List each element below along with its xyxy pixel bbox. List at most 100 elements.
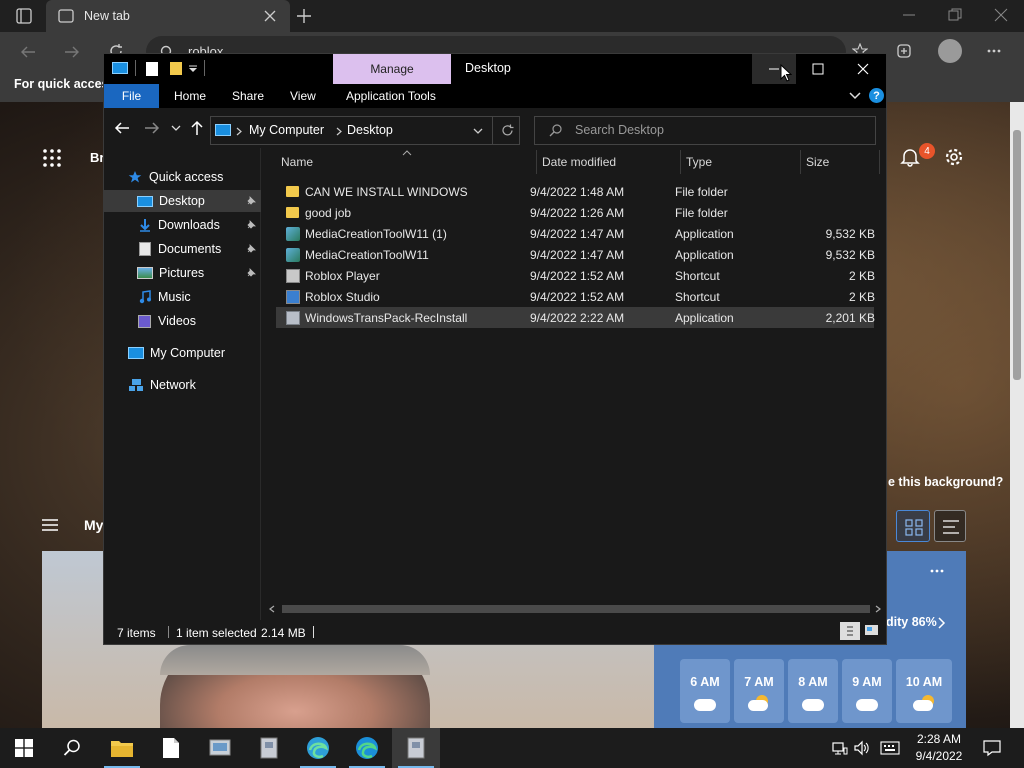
ribbon-tab-file[interactable]: File [104, 84, 159, 108]
address-dropdown-icon[interactable] [473, 128, 483, 134]
nav-label: Desktop [159, 194, 205, 208]
start-button[interactable] [0, 728, 48, 768]
file-row-selected[interactable]: WindowsTransPack-RecInstall 9/4/2022 2:2… [276, 307, 875, 328]
column-separator[interactable] [680, 150, 681, 174]
scroll-left-icon[interactable] [268, 605, 276, 613]
back-arrow-icon[interactable] [114, 121, 130, 135]
nav-documents[interactable]: Documents [104, 238, 261, 260]
column-separator[interactable] [800, 150, 801, 174]
file-row[interactable]: good job 9/4/2022 1:26 AM File folder [276, 202, 874, 223]
nav-pictures[interactable]: Pictures [104, 262, 261, 284]
notifications-bell-icon[interactable] [900, 147, 920, 167]
refresh-address-icon[interactable] [501, 124, 514, 137]
weather-more-icon[interactable] [930, 569, 944, 573]
forward-arrow-icon[interactable] [144, 121, 160, 135]
taskbar-edge-beta[interactable] [294, 728, 342, 768]
tab-close-icon[interactable] [264, 10, 276, 22]
expand-ribbon-icon[interactable] [849, 92, 861, 100]
ribbon-tab-share[interactable]: Share [232, 84, 264, 108]
collections-icon[interactable] [896, 43, 912, 59]
pin-icon[interactable] [246, 196, 256, 206]
ribbon-tab-home[interactable]: Home [174, 84, 206, 108]
horizontal-scroll-thumb[interactable] [282, 605, 870, 613]
browser-minimize-icon[interactable] [902, 8, 916, 22]
address-box[interactable]: My Computer Desktop [210, 116, 520, 145]
browser-restore-icon[interactable] [948, 8, 962, 22]
tab-actions-icon[interactable] [16, 8, 32, 24]
taskbar-edge[interactable] [343, 728, 391, 768]
file-row[interactable]: Roblox Studio 9/4/2022 1:52 AM Shortcut … [276, 286, 875, 307]
apps-grid-icon[interactable] [42, 148, 62, 168]
cloud-icon [694, 699, 716, 711]
my-feed-label[interactable]: My [84, 517, 103, 533]
explorer-close-button[interactable] [841, 54, 886, 84]
breadcrumb-my-computer[interactable]: My Computer [249, 123, 324, 137]
column-name[interactable]: Name [281, 150, 531, 174]
taskbar-package[interactable] [245, 728, 293, 768]
column-type[interactable]: Type [686, 150, 796, 174]
nav-desktop[interactable]: Desktop [104, 190, 261, 212]
explorer-title-bar[interactable]: Manage Desktop [104, 54, 886, 84]
pin-icon[interactable] [246, 268, 256, 278]
recent-locations-chevron-icon[interactable] [171, 125, 181, 131]
new-tab-icon[interactable] [296, 8, 312, 24]
keyboard-icon[interactable] [880, 741, 900, 755]
list-view-button[interactable] [934, 510, 966, 542]
page-scrollbar-thumb[interactable] [1013, 130, 1021, 380]
nav-network[interactable]: Network [104, 374, 261, 396]
new-folder-icon[interactable] [170, 62, 182, 75]
profile-avatar[interactable] [938, 39, 962, 63]
taskbar-installer-active[interactable] [392, 728, 440, 768]
details-view-button[interactable] [840, 622, 860, 640]
column-separator[interactable] [879, 150, 880, 174]
network-tray-icon[interactable] [832, 740, 848, 756]
grid-view-button[interactable] [896, 510, 930, 542]
volume-icon[interactable] [854, 740, 870, 756]
up-arrow-icon[interactable] [190, 120, 204, 136]
customize-toolbar-icon[interactable] [188, 65, 198, 73]
taskbar-search-button[interactable] [48, 728, 96, 768]
background-prompt[interactable]: e this background? [888, 475, 1003, 489]
file-row[interactable]: MediaCreationToolW11 (1) 9/4/2022 1:47 A… [276, 223, 875, 244]
clock-time[interactable]: 2:28 AM [916, 732, 962, 746]
file-row[interactable]: Roblox Player 9/4/2022 1:52 AM Shortcut … [276, 265, 875, 286]
taskbar-notepad[interactable] [147, 728, 195, 768]
forward-icon[interactable] [64, 44, 80, 60]
clock-date[interactable]: 9/4/2022 [912, 749, 966, 763]
breadcrumb-desktop[interactable]: Desktop [347, 123, 393, 137]
taskbar-file-explorer[interactable] [98, 728, 146, 768]
nav-downloads[interactable]: Downloads [104, 214, 261, 236]
browser-close-icon[interactable] [994, 8, 1008, 22]
taskbar-app-installer[interactable] [196, 728, 244, 768]
pin-icon[interactable] [246, 220, 256, 230]
properties-icon[interactable] [146, 62, 158, 76]
ribbon-tab-view[interactable]: View [290, 84, 316, 108]
back-icon[interactable] [20, 44, 36, 60]
file-explorer-window[interactable]: Manage Desktop File Home Share View Appl… [103, 53, 887, 645]
explorer-maximize-button[interactable] [796, 54, 840, 84]
settings-gear-icon[interactable] [944, 147, 964, 167]
browser-tab[interactable]: New tab [46, 0, 290, 32]
help-icon[interactable]: ? [869, 88, 884, 103]
feed-menu-icon[interactable] [42, 518, 58, 532]
file-row[interactable]: CAN WE INSTALL WINDOWS 9/4/2022 1:48 AM … [276, 181, 874, 202]
scroll-right-icon[interactable] [874, 605, 882, 613]
nav-videos[interactable]: Videos [104, 310, 261, 332]
nav-quick-access[interactable]: Quick access [104, 166, 261, 188]
search-box[interactable]: Search Desktop [534, 116, 876, 145]
column-size[interactable]: Size [806, 150, 876, 174]
horizontal-scrollbar[interactable] [268, 603, 882, 615]
manage-tab[interactable]: Manage [333, 54, 451, 84]
nav-music[interactable]: Music [104, 286, 261, 308]
browser-menu-icon[interactable] [986, 43, 1002, 59]
nav-my-computer[interactable]: My Computer [104, 342, 261, 364]
action-center-icon[interactable] [983, 739, 1001, 757]
file-row[interactable]: MediaCreationToolW11 9/4/2022 1:47 AM Ap… [276, 244, 875, 265]
column-date-modified[interactable]: Date modified [542, 150, 682, 174]
ribbon-tab-application-tools[interactable]: Application Tools [346, 84, 436, 108]
file-type: File folder [675, 205, 728, 220]
pin-icon[interactable] [246, 244, 256, 254]
column-separator[interactable] [536, 150, 537, 174]
weather-chevron-icon[interactable] [938, 617, 946, 629]
large-icons-view-button[interactable] [864, 623, 880, 637]
